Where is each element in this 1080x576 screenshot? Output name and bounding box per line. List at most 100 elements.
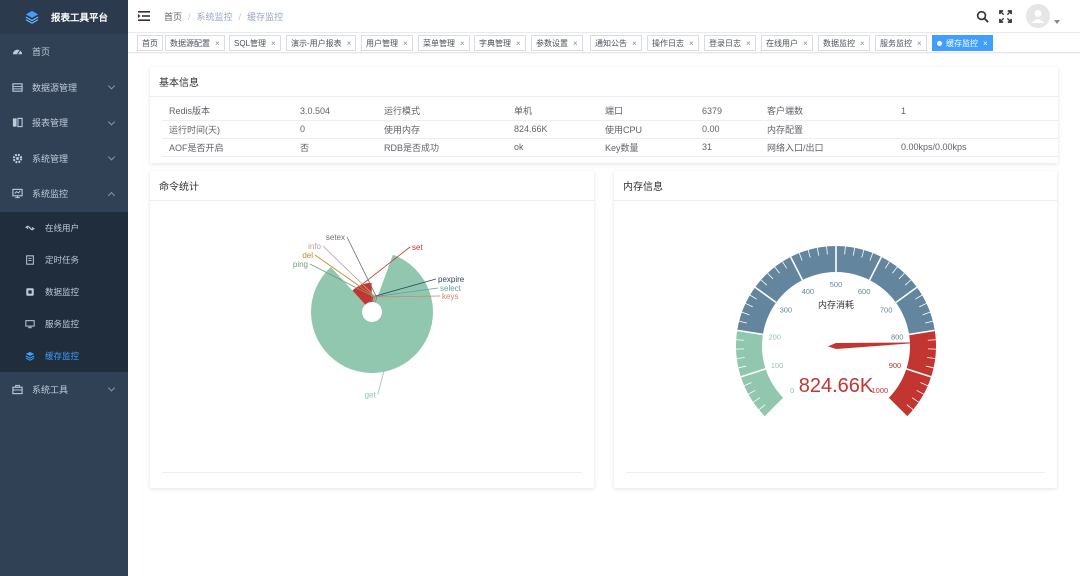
sidebar-item-tools[interactable]: 系统工具 — [0, 372, 128, 408]
caret-down-icon[interactable] — [1054, 20, 1060, 24]
tag-sql-manage[interactable]: SQL管理 × — [229, 35, 281, 51]
pie-label: ping — [293, 260, 308, 269]
sidebar-item-system[interactable]: 系统管理 — [0, 141, 128, 177]
sidebar-item-label: 数据监控 — [45, 286, 80, 297]
sidebar-item-home[interactable]: 首页 — [0, 34, 128, 70]
info-row: Redis版本 3.0.504 运行模式 单机 端口 6379 客户端数 1 — [162, 102, 1058, 121]
info-value: 3.0.504 — [293, 102, 377, 121]
memory-gauge-chart: 0 100 200 300 400 500 600 700 800 900 1000 内存消耗 824.… — [736, 246, 936, 418]
sidebar-item-cache-monitor[interactable]: 缓存监控 — [0, 340, 128, 372]
close-icon[interactable]: × — [632, 39, 637, 48]
gauge-tick-label: 500 — [830, 280, 843, 289]
tag-user-manage[interactable]: 用户管理 × — [361, 35, 413, 51]
info-label: 运行时间(天) — [162, 120, 293, 139]
breadcrumb-current: 缓存监控 — [247, 11, 284, 22]
info-value: ok — [507, 138, 598, 157]
tag-menu-manage[interactable]: 菜单管理 × — [418, 35, 470, 51]
search-icon[interactable] — [976, 10, 989, 23]
gauge-tick-label: 600 — [858, 287, 871, 296]
sidebar-item-online-users[interactable]: 在线用户 — [0, 212, 128, 244]
gauge-band-0 — [736, 330, 784, 417]
gauge-pointer — [828, 342, 924, 349]
pie-label: info — [308, 242, 321, 251]
pie-label: get — [365, 390, 377, 399]
navbar: 首页 / 系统监控 / 缓存监控 — [128, 0, 1080, 33]
info-label: Redis版本 — [162, 102, 293, 121]
tag-notice[interactable]: 通知公告 × — [590, 35, 642, 51]
gauge-tick — [736, 339, 745, 341]
avatar[interactable] — [1026, 4, 1050, 28]
gauge-tick-label: 900 — [889, 361, 902, 370]
memory-info-card: 内存信息 0 100 200 300 400 500 600 700 800 900 1000 内存消… — [614, 171, 1057, 488]
info-value: 单机 — [507, 102, 598, 121]
report-icon — [12, 117, 23, 128]
info-label: 客户端数 — [760, 102, 894, 121]
tag-server-monitor[interactable]: 服务监控 × — [875, 35, 927, 51]
close-icon[interactable]: × — [460, 39, 465, 48]
tags-view: 首页 数据源配置 × SQL管理 × 演示-用户报表 × 用户管理 × 菜单管理 × 字典… — [128, 33, 1080, 53]
close-icon[interactable]: × — [803, 39, 808, 48]
info-value — [894, 120, 1058, 139]
info-value: 824.66K — [507, 120, 598, 139]
chevron-up-icon — [107, 191, 116, 199]
info-label: 网络入口/出口 — [760, 138, 894, 157]
sidebar-item-server-monitor[interactable]: 服务监控 — [0, 308, 128, 340]
info-label: 使用内存 — [377, 120, 507, 139]
close-icon[interactable]: × — [746, 39, 751, 48]
dashboard-icon — [12, 46, 23, 57]
tag-cache-monitor[interactable]: 缓存监控 × — [932, 35, 993, 51]
redis-icon — [25, 351, 35, 361]
hamburger-icon[interactable] — [138, 11, 150, 21]
card-title: 基本信息 — [150, 67, 1058, 97]
sidebar-item-jobs[interactable]: 定时任务 — [0, 244, 128, 276]
close-icon[interactable]: × — [516, 39, 521, 48]
command-stats-chart: getsetpexpireselectkeyspingdelinfosetex — [293, 233, 465, 399]
tag-operlog[interactable]: 操作日志 × — [647, 35, 699, 51]
breadcrumb-system-monitor[interactable]: 系统监控 — [197, 12, 233, 22]
toolbox-icon — [12, 384, 23, 395]
info-value: 0.00 — [695, 120, 760, 139]
close-icon[interactable]: × — [983, 39, 988, 48]
gear-icon — [12, 153, 23, 164]
pie-label: pexpire — [438, 275, 465, 284]
info-label: Key数量 — [598, 138, 695, 157]
close-icon[interactable]: × — [860, 39, 865, 48]
pie-label: del — [302, 251, 313, 260]
tag-config[interactable]: 参数设置 × — [531, 35, 583, 51]
close-icon[interactable]: × — [403, 39, 408, 48]
basic-info-table: Redis版本 3.0.504 运行模式 单机 端口 6379 客户端数 1 运行时间(天) 0 使… — [162, 102, 1058, 157]
sidebar-item-datasource[interactable]: 数据源管理 — [0, 70, 128, 106]
server-icon — [25, 319, 35, 329]
pie-label: keys — [442, 292, 458, 301]
close-icon[interactable]: × — [917, 39, 922, 48]
fullscreen-icon[interactable] — [999, 9, 1012, 23]
pie-slice-get[interactable] — [311, 254, 434, 373]
druid-icon — [25, 287, 35, 297]
close-icon[interactable]: × — [271, 39, 276, 48]
sidebar-item-monitor[interactable]: 系统监控 — [0, 176, 128, 212]
tag-home[interactable]: 首页 — [137, 35, 163, 51]
sidebar-item-label: 在线用户 — [45, 222, 80, 233]
close-icon[interactable]: × — [215, 39, 220, 48]
tag-dict-manage[interactable]: 字典管理 × — [474, 35, 526, 51]
tag-logininfor[interactable]: 登录日志 × — [704, 35, 756, 51]
command-stats-card: 命令统计 get set pexpire select keys ping del info s… — [150, 171, 594, 488]
info-value: 1 — [894, 102, 1058, 121]
sidebar-item-report[interactable]: 报表管理 — [0, 105, 128, 141]
close-icon[interactable]: × — [689, 39, 694, 48]
navbar-right — [976, 4, 1060, 28]
breadcrumb-home[interactable]: 首页 — [164, 12, 182, 22]
close-icon[interactable]: × — [347, 39, 352, 48]
pie-label: setex — [326, 233, 345, 242]
info-label: 运行模式 — [377, 102, 507, 121]
app-logo[interactable]: 报表工具平台 — [0, 0, 128, 34]
info-label: RDB是否成功 — [377, 138, 507, 157]
gauge-value: 824.66K — [799, 375, 874, 397]
tag-online[interactable]: 在线用户 × — [761, 35, 813, 51]
tag-demo-user-report[interactable]: 演示-用户报表 × — [286, 35, 357, 51]
info-value: 6379 — [695, 102, 760, 121]
tag-datasource-config[interactable]: 数据源配置 × — [165, 35, 225, 51]
tag-data-monitor[interactable]: 数据监控 × — [818, 35, 870, 51]
sidebar-item-data-monitor[interactable]: 数据监控 — [0, 276, 128, 308]
close-icon[interactable]: × — [573, 39, 578, 48]
